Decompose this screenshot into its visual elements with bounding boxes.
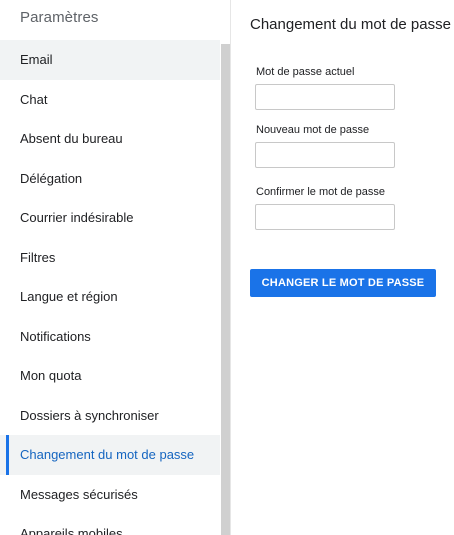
- sidebar-scrollbar[interactable]: [221, 44, 230, 535]
- sidebar-title: Paramètres: [20, 9, 99, 26]
- sidebar-item-out-of-office[interactable]: Absent du bureau: [0, 119, 220, 159]
- confirm-password-input[interactable]: [255, 204, 395, 230]
- settings-nav: Email Chat Absent du bureau Délégation C…: [0, 40, 220, 535]
- sidebar-item-spam[interactable]: Courrier indésirable: [0, 198, 220, 238]
- settings-sidebar: Paramètres Email Chat Absent du bureau D…: [0, 0, 231, 535]
- page-title: Changement du mot de passe: [250, 16, 451, 33]
- sidebar-item-mobile-devices[interactable]: Appareils mobiles: [0, 514, 220, 535]
- sidebar-item-secure-messages[interactable]: Messages sécurisés: [0, 475, 220, 515]
- sidebar-item-language-region[interactable]: Langue et région: [0, 277, 220, 317]
- sidebar-item-delegation[interactable]: Délégation: [0, 159, 220, 199]
- current-password-label: Mot de passe actuel: [256, 66, 355, 78]
- sidebar-item-sync-folders[interactable]: Dossiers à synchroniser: [0, 396, 220, 436]
- sidebar-item-email[interactable]: Email: [0, 40, 220, 80]
- current-password-input[interactable]: [255, 84, 395, 110]
- sidebar-item-notifications[interactable]: Notifications: [0, 317, 220, 357]
- password-change-panel: Changement du mot de passe Mot de passe …: [250, 0, 454, 535]
- sidebar-item-chat[interactable]: Chat: [0, 80, 220, 120]
- confirm-password-label: Confirmer le mot de passe: [256, 186, 385, 198]
- change-password-button[interactable]: CHANGER LE MOT DE PASSE: [250, 269, 436, 297]
- sidebar-item-filters[interactable]: Filtres: [0, 238, 220, 278]
- sidebar-item-password-change[interactable]: Changement du mot de passe: [0, 435, 220, 475]
- new-password-input[interactable]: [255, 142, 395, 168]
- sidebar-item-quota[interactable]: Mon quota: [0, 356, 220, 396]
- new-password-label: Nouveau mot de passe: [256, 124, 370, 136]
